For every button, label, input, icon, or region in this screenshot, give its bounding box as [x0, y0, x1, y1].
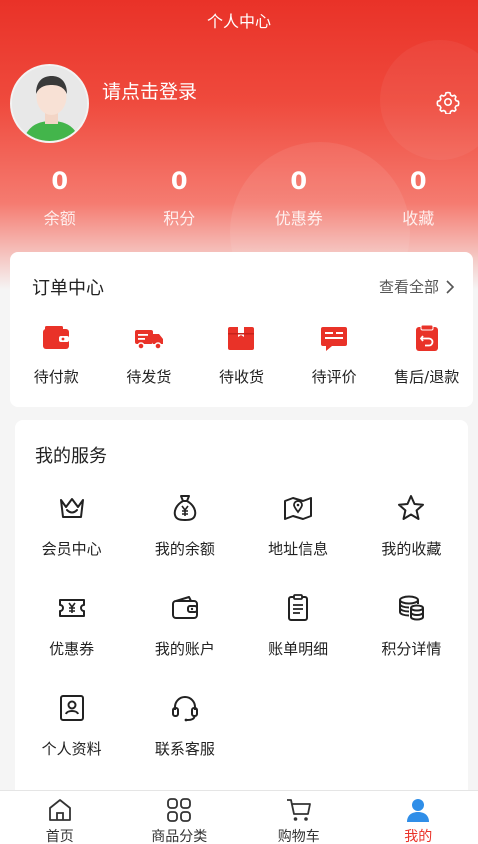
truck-icon — [134, 330, 163, 350]
tab-categories[interactable]: 商品分类 — [120, 791, 240, 844]
order-label: 待付款 — [33, 368, 79, 386]
login-prompt[interactable]: 请点击登录 — [102, 77, 197, 104]
service-label: 我的账户 — [154, 640, 215, 658]
service-label: 联系客服 — [154, 740, 215, 758]
comment-icon — [321, 327, 348, 351]
order-label: 售后/退款 — [394, 368, 460, 386]
tab-cart[interactable]: 购物车 — [239, 791, 359, 844]
service-label: 我的收藏 — [381, 540, 442, 558]
service-member-center[interactable]: 会员中心 — [15, 492, 128, 592]
stat-value: 0 — [409, 167, 427, 195]
crown-icon — [59, 498, 84, 518]
wallet-outline-icon — [171, 596, 198, 619]
service-my-balance[interactable]: 我的余额 — [128, 492, 241, 592]
service-address-info[interactable]: 地址信息 — [242, 492, 355, 592]
order-label: 待发货 — [126, 368, 172, 386]
money-bag-icon — [173, 495, 197, 521]
order-pending-shipment[interactable]: 待发货 — [103, 322, 196, 387]
my-services-card: 我的服务 会员中心 我的余额 地址信息 我的收藏 优惠券 我的账户 账单明细 积… — [15, 420, 468, 820]
tab-label: 购物车 — [277, 829, 320, 844]
coupon-icon — [58, 599, 85, 617]
wallet-icon — [43, 326, 70, 349]
tab-label: 商品分类 — [151, 829, 208, 844]
box-icon — [228, 327, 255, 350]
headset-icon — [171, 696, 198, 722]
order-label: 待评价 — [311, 368, 357, 386]
order-after-sales[interactable]: 售后/退款 — [380, 322, 473, 387]
tab-home[interactable]: 首页 — [0, 791, 120, 844]
service-points-details[interactable]: 积分详情 — [355, 592, 468, 692]
map-icon — [284, 497, 313, 520]
service-coupons[interactable]: 优惠券 — [15, 592, 128, 692]
service-customer-support[interactable]: 联系客服 — [128, 692, 241, 792]
order-center-card: 订单中心 查看全部 待付款 待发货 待收货 待评价 售后/退款 — [10, 252, 473, 407]
service-label: 优惠券 — [49, 640, 95, 658]
gear-icon[interactable] — [436, 90, 460, 114]
service-label: 会员中心 — [41, 540, 102, 558]
service-label: 我的余额 — [154, 540, 215, 558]
page-title: 个人中心 — [206, 12, 271, 31]
header-background — [0, 0, 478, 290]
order-status-row: 待付款 待发货 待收货 待评价 售后/退款 — [10, 322, 473, 387]
stat-coupons[interactable]: 0 优惠券 — [239, 165, 359, 229]
order-pending-receipt[interactable]: 待收货 — [195, 322, 288, 387]
person-icon — [407, 799, 430, 822]
stat-label: 优惠券 — [274, 209, 323, 228]
stat-value: 0 — [170, 167, 188, 195]
refund-icon — [415, 324, 438, 351]
tab-label: 首页 — [45, 829, 74, 844]
stat-label: 积分 — [163, 209, 196, 228]
order-label: 待收货 — [218, 368, 264, 386]
service-bill-details[interactable]: 账单明细 — [242, 592, 355, 692]
service-my-favorites[interactable]: 我的收藏 — [355, 492, 468, 592]
bottom-tab-bar: 首页 商品分类 购物车 我的 — [0, 790, 478, 844]
category-grid-icon — [167, 798, 192, 822]
services-grid: 会员中心 我的余额 地址信息 我的收藏 优惠券 我的账户 账单明细 积分详情 个… — [15, 492, 468, 792]
order-pending-payment[interactable]: 待付款 — [10, 322, 103, 387]
stats-row: 0 余额 0 积分 0 优惠券 0 收藏 — [0, 165, 478, 229]
tab-mine[interactable]: 我的 — [359, 791, 478, 844]
cart-icon — [286, 799, 311, 821]
profile-card-icon — [59, 695, 84, 721]
coins-icon — [399, 595, 425, 621]
tab-label: 我的 — [404, 829, 433, 844]
service-my-account[interactable]: 我的账户 — [128, 592, 241, 692]
decorative-circle — [380, 40, 478, 160]
stat-balance[interactable]: 0 余额 — [0, 165, 120, 229]
view-all-orders-link[interactable]: 查看全部 — [379, 276, 455, 297]
stat-value: 0 — [290, 167, 308, 195]
stat-label: 收藏 — [402, 209, 435, 228]
order-center-title: 订单中心 — [32, 278, 104, 299]
service-label: 个人资料 — [41, 740, 102, 758]
home-icon — [48, 799, 71, 821]
clipboard-icon — [288, 594, 309, 621]
stat-label: 余额 — [43, 209, 76, 228]
view-all-label: 查看全部 — [378, 278, 439, 296]
stat-value: 0 — [51, 167, 69, 195]
service-label: 积分详情 — [381, 640, 442, 658]
chevron-right-icon — [446, 279, 455, 294]
stat-favorites[interactable]: 0 收藏 — [359, 165, 478, 229]
service-label: 账单明细 — [268, 640, 329, 658]
star-icon — [398, 495, 425, 520]
avatar[interactable] — [10, 64, 89, 143]
services-title: 我的服务 — [35, 446, 107, 467]
service-personal-profile[interactable]: 个人资料 — [15, 692, 128, 792]
order-pending-review[interactable]: 待评价 — [288, 322, 381, 387]
service-label: 地址信息 — [268, 540, 329, 558]
stat-points[interactable]: 0 积分 — [120, 165, 240, 229]
